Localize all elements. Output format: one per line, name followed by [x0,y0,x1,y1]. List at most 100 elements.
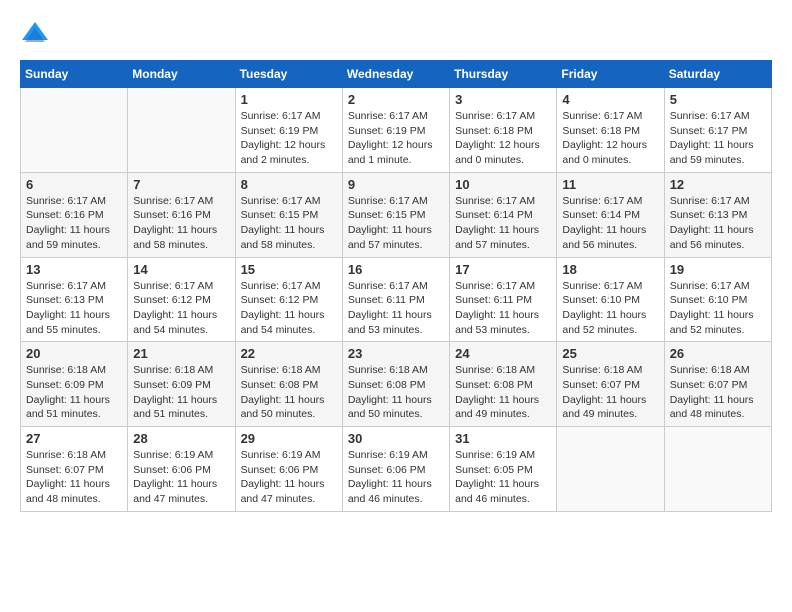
day-info: Sunrise: 6:17 AMSunset: 6:15 PMDaylight:… [241,194,337,253]
day-info: Sunrise: 6:17 AMSunset: 6:18 PMDaylight:… [562,109,658,168]
day-number: 3 [455,92,551,107]
day-info: Sunrise: 6:18 AMSunset: 6:08 PMDaylight:… [241,363,337,422]
calendar-cell: 15Sunrise: 6:17 AMSunset: 6:12 PMDayligh… [235,257,342,342]
day-header-tuesday: Tuesday [235,61,342,88]
day-header-monday: Monday [128,61,235,88]
calendar-cell: 9 Sunrise: 6:17 AMSunset: 6:15 PMDaylight… [342,172,449,257]
calendar-cell: 8Sunrise: 6:17 AMSunset: 6:15 PMDaylight… [235,172,342,257]
calendar-cell: 13 Sunrise: 6:17 AMSunset: 6:13 PMDayligh… [21,257,128,342]
week-row-5: 27Sunrise: 6:18 AMSunset: 6:07 PMDayligh… [21,427,772,512]
calendar-cell: 19Sunrise: 6:17 AMSunset: 6:10 PMDayligh… [664,257,771,342]
calendar-cell: 14 Sunrise: 6:17 AMSunset: 6:12 PMDayligh… [128,257,235,342]
day-number: 13 [26,262,122,277]
calendar-cell: 27Sunrise: 6:18 AMSunset: 6:07 PMDayligh… [21,427,128,512]
day-info: Sunrise: 6:17 AMSunset: 6:13 PMDaylight:… [670,194,766,253]
day-info: Sunrise: 6:17 AMSunset: 6:11 PMDaylight:… [455,279,551,338]
header-row: SundayMondayTuesdayWednesdayThursdayFrid… [21,61,772,88]
day-number: 1 [241,92,337,107]
header [20,20,772,50]
day-number: 9 [348,177,444,192]
calendar-cell: 11 Sunrise: 6:17 AMSunset: 6:14 PMDayligh… [557,172,664,257]
day-number: 21 [133,346,229,361]
week-row-2: 6 Sunrise: 6:17 AMSunset: 6:16 PMDaylight… [21,172,772,257]
day-info: Sunrise: 6:17 AMSunset: 6:16 PMDaylight:… [133,194,229,253]
day-number: 28 [133,431,229,446]
calendar-cell [21,88,128,173]
day-number: 18 [562,262,658,277]
calendar-cell: 23Sunrise: 6:18 AMSunset: 6:08 PMDayligh… [342,342,449,427]
day-info: Sunrise: 6:17 AMSunset: 6:14 PMDaylight:… [455,194,551,253]
day-number: 31 [455,431,551,446]
day-info: Sunrise: 6:17 AMSunset: 6:19 PMDaylight:… [241,109,337,168]
day-number: 30 [348,431,444,446]
calendar-cell: 2 Sunrise: 6:17 AMSunset: 6:19 PMDaylight… [342,88,449,173]
calendar-cell: 6 Sunrise: 6:17 AMSunset: 6:16 PMDaylight… [21,172,128,257]
day-info: Sunrise: 6:17 AMSunset: 6:16 PMDaylight:… [26,194,122,253]
calendar-cell [128,88,235,173]
calendar-cell: 30 Sunrise: 6:19 AMSunset: 6:06 PMDayligh… [342,427,449,512]
calendar-cell: 25 Sunrise: 6:18 AMSunset: 6:07 PMDayligh… [557,342,664,427]
day-info: Sunrise: 6:17 AMSunset: 6:10 PMDaylight:… [670,279,766,338]
day-number: 4 [562,92,658,107]
calendar-cell: 20Sunrise: 6:18 AMSunset: 6:09 PMDayligh… [21,342,128,427]
day-number: 10 [455,177,551,192]
day-header-wednesday: Wednesday [342,61,449,88]
day-info: Sunrise: 6:19 AMSunset: 6:06 PMDaylight:… [348,448,444,507]
day-header-thursday: Thursday [450,61,557,88]
day-info: Sunrise: 6:17 AMSunset: 6:18 PMDaylight:… [455,109,551,168]
day-number: 7 [133,177,229,192]
calendar-cell: 5Sunrise: 6:17 AMSunset: 6:17 PMDaylight… [664,88,771,173]
day-header-sunday: Sunday [21,61,128,88]
day-info: Sunrise: 6:19 AMSunset: 6:06 PMDaylight:… [241,448,337,507]
day-info: Sunrise: 6:19 AMSunset: 6:05 PMDaylight:… [455,448,551,507]
day-info: Sunrise: 6:18 AMSunset: 6:09 PMDaylight:… [26,363,122,422]
day-number: 6 [26,177,122,192]
calendar-body: 1 Sunrise: 6:17 AMSunset: 6:19 PMDaylight… [21,88,772,512]
calendar-cell: 29 Sunrise: 6:19 AMSunset: 6:06 PMDayligh… [235,427,342,512]
logo [20,20,54,50]
calendar-cell: 1 Sunrise: 6:17 AMSunset: 6:19 PMDaylight… [235,88,342,173]
week-row-1: 1 Sunrise: 6:17 AMSunset: 6:19 PMDaylight… [21,88,772,173]
day-number: 14 [133,262,229,277]
day-info: Sunrise: 6:18 AMSunset: 6:08 PMDaylight:… [455,363,551,422]
day-info: Sunrise: 6:18 AMSunset: 6:07 PMDaylight:… [670,363,766,422]
day-header-saturday: Saturday [664,61,771,88]
day-info: Sunrise: 6:18 AMSunset: 6:09 PMDaylight:… [133,363,229,422]
calendar-table: SundayMondayTuesdayWednesdayThursdayFrid… [20,60,772,512]
calendar-cell: 28Sunrise: 6:19 AMSunset: 6:06 PMDayligh… [128,427,235,512]
day-info: Sunrise: 6:17 AMSunset: 6:10 PMDaylight:… [562,279,658,338]
day-number: 24 [455,346,551,361]
day-info: Sunrise: 6:17 AMSunset: 6:14 PMDaylight:… [562,194,658,253]
calendar-cell: 22Sunrise: 6:18 AMSunset: 6:08 PMDayligh… [235,342,342,427]
calendar-cell [664,427,771,512]
calendar-cell: 17Sunrise: 6:17 AMSunset: 6:11 PMDayligh… [450,257,557,342]
logo-icon [20,20,50,50]
calendar-cell: 4 Sunrise: 6:17 AMSunset: 6:18 PMDaylight… [557,88,664,173]
day-info: Sunrise: 6:17 AMSunset: 6:11 PMDaylight:… [348,279,444,338]
calendar-cell: 12Sunrise: 6:17 AMSunset: 6:13 PMDayligh… [664,172,771,257]
day-info: Sunrise: 6:17 AMSunset: 6:13 PMDaylight:… [26,279,122,338]
day-number: 25 [562,346,658,361]
calendar-cell: 10 Sunrise: 6:17 AMSunset: 6:14 PMDayligh… [450,172,557,257]
day-info: Sunrise: 6:17 AMSunset: 6:12 PMDaylight:… [133,279,229,338]
day-number: 16 [348,262,444,277]
calendar-cell: 7 Sunrise: 6:17 AMSunset: 6:16 PMDaylight… [128,172,235,257]
day-info: Sunrise: 6:18 AMSunset: 6:07 PMDaylight:… [562,363,658,422]
calendar-cell: 3 Sunrise: 6:17 AMSunset: 6:18 PMDaylight… [450,88,557,173]
day-number: 11 [562,177,658,192]
day-number: 2 [348,92,444,107]
day-number: 29 [241,431,337,446]
calendar-cell: 31 Sunrise: 6:19 AMSunset: 6:05 PMDayligh… [450,427,557,512]
day-info: Sunrise: 6:18 AMSunset: 6:08 PMDaylight:… [348,363,444,422]
day-number: 27 [26,431,122,446]
day-info: Sunrise: 6:17 AMSunset: 6:17 PMDaylight:… [670,109,766,168]
calendar-cell: 16 Sunrise: 6:17 AMSunset: 6:11 PMDayligh… [342,257,449,342]
day-header-friday: Friday [557,61,664,88]
day-number: 26 [670,346,766,361]
calendar-cell: 18 Sunrise: 6:17 AMSunset: 6:10 PMDayligh… [557,257,664,342]
calendar-cell: 24 Sunrise: 6:18 AMSunset: 6:08 PMDayligh… [450,342,557,427]
week-row-3: 13 Sunrise: 6:17 AMSunset: 6:13 PMDayligh… [21,257,772,342]
day-info: Sunrise: 6:17 AMSunset: 6:15 PMDaylight:… [348,194,444,253]
calendar-cell: 26 Sunrise: 6:18 AMSunset: 6:07 PMDayligh… [664,342,771,427]
day-info: Sunrise: 6:17 AMSunset: 6:19 PMDaylight:… [348,109,444,168]
